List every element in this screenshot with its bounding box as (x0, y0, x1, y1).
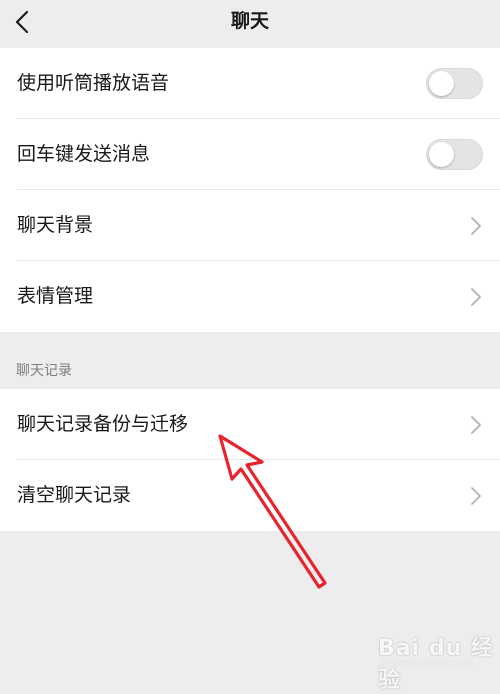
toggle-knob (429, 142, 454, 167)
chat-history-group: 聊天记录备份与迁移 清空聊天记录 (0, 389, 500, 531)
toggle-knob (429, 71, 454, 96)
nav-bar: 聊天 (0, 0, 500, 48)
baidu-watermark: Bai du 经验 jingyan.baidu.com (378, 630, 496, 693)
setting-label: 聊天背景 (17, 214, 94, 236)
chevron-right-icon (471, 288, 481, 306)
setting-label: 聊天记录备份与迁移 (17, 413, 189, 435)
setting-row-clear-history[interactable]: 清空聊天记录 (0, 460, 500, 531)
earpiece-toggle[interactable] (426, 68, 483, 99)
watermark-url: jingyan.baidu.com (380, 658, 473, 669)
setting-row-chat-background[interactable]: 聊天背景 (0, 190, 500, 261)
setting-label: 使用听筒播放语音 (17, 72, 170, 94)
setting-row-sticker-management[interactable]: 表情管理 (0, 261, 500, 332)
setting-label: 回车键发送消息 (17, 143, 151, 165)
chevron-right-icon (471, 487, 481, 505)
enter-send-toggle[interactable] (426, 139, 483, 170)
setting-row-enter-send[interactable]: 回车键发送消息 (0, 119, 500, 190)
setting-label: 清空聊天记录 (17, 484, 132, 506)
chevron-right-icon (471, 416, 481, 434)
setting-label: 表情管理 (17, 285, 94, 307)
settings-group: 使用听筒播放语音 回车键发送消息 聊天背景 表情管理 (0, 48, 500, 332)
page-title: 聊天 (230, 10, 269, 32)
section-title-chat-history: 聊天记录 (16, 363, 72, 379)
setting-row-earpiece[interactable]: 使用听筒播放语音 (0, 48, 500, 119)
chevron-right-icon (471, 217, 481, 235)
setting-row-backup-migrate[interactable]: 聊天记录备份与迁移 (0, 389, 500, 460)
